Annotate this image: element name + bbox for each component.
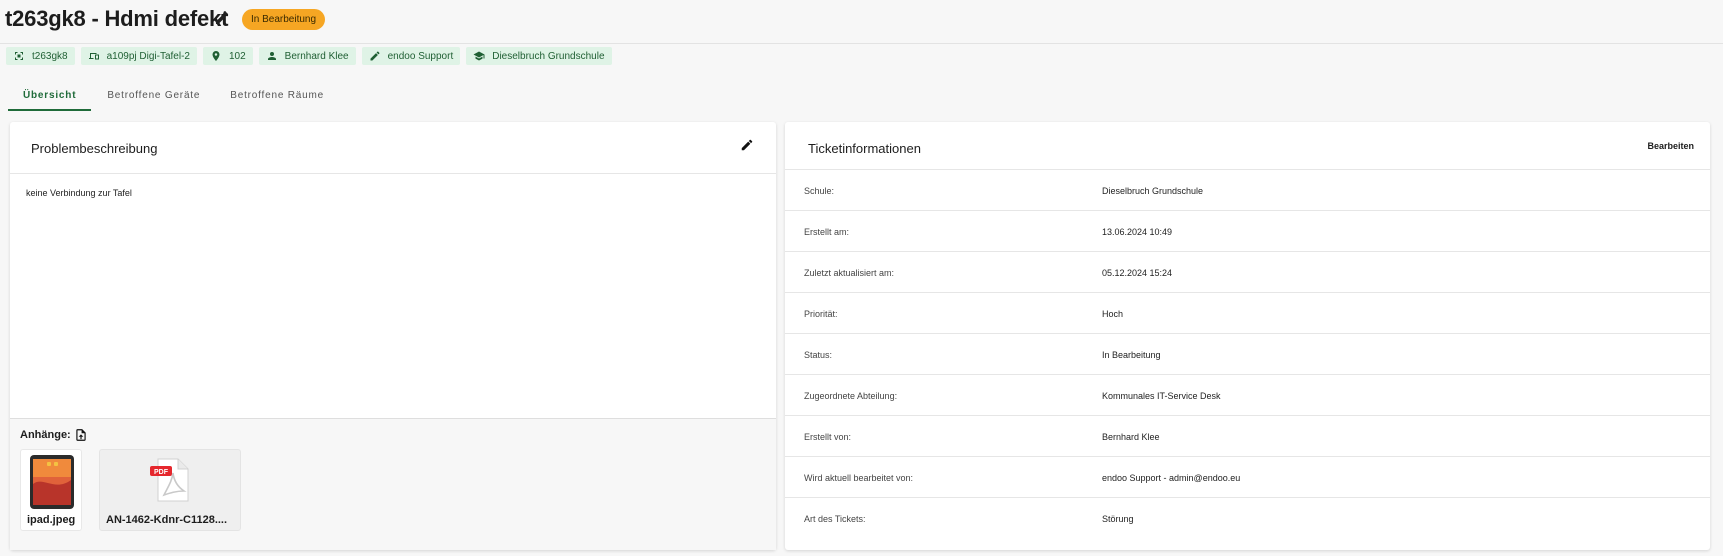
info-key: Priorität: xyxy=(804,309,838,319)
chip-device[interactable]: a109pj Digi-Tafel-2 xyxy=(80,47,197,65)
chip-label: 102 xyxy=(228,50,246,62)
attachment-name: AN-1462-Kdnr-C1128.... xyxy=(106,514,228,526)
info-key: Art des Tickets: xyxy=(804,514,866,524)
tab-bar: Übersicht Betroffene Geräte Betroffene R… xyxy=(8,82,339,111)
info-key: Erstellt am: xyxy=(804,227,850,237)
problem-description-card: Problembeschreibung keine Verbindung zur… xyxy=(10,122,776,550)
info-value: 05.12.2024 15:24 xyxy=(1102,268,1173,278)
ticket-id-icon xyxy=(15,52,23,60)
info-row-status: Status: In Bearbeitung xyxy=(785,333,1710,374)
ticket-info-list: Schule: Dieselbruch Grundschule Erstellt… xyxy=(785,169,1710,538)
edit-title-icon[interactable] xyxy=(214,10,230,26)
chip-room[interactable]: 102 xyxy=(202,47,253,65)
device-icon xyxy=(88,53,99,60)
info-value: 13.06.2024 10:49 xyxy=(1102,227,1173,237)
pencil-icon xyxy=(370,51,380,61)
ticket-information-title: Ticketinformationen xyxy=(808,141,921,156)
edit-ticket-button[interactable]: Bearbeiten xyxy=(1647,141,1694,151)
person-icon xyxy=(267,52,276,60)
info-row-school: Schule: Dieselbruch Grundschule xyxy=(785,169,1710,210)
info-value: In Bearbeitung xyxy=(1102,350,1161,360)
page-title: t263gk8 - Hdmi defekt xyxy=(5,6,229,31)
info-row-assignee: Wird aktuell bearbeitet von: endoo Suppo… xyxy=(785,456,1710,497)
chip-label: t263gk8 xyxy=(32,50,68,62)
image-thumbnail-icon xyxy=(30,455,74,509)
info-row-priority: Priorität: Hoch xyxy=(785,292,1710,333)
attachments-label: Anhänge: xyxy=(20,429,71,441)
chip-label: Dieselbruch Grundschule xyxy=(492,50,605,62)
chip-editor[interactable]: endoo Support xyxy=(361,47,461,65)
ticket-meta-chips: t263gk8 a109pj Digi-Tafel-2 102 Bernhard… xyxy=(6,47,612,65)
info-value: Bernhard Klee xyxy=(1102,432,1160,442)
ticket-information-card: Ticketinformationen Bearbeiten Schule: D… xyxy=(785,122,1710,550)
info-row-updated-at: Zuletzt aktualisiert am: 05.12.2024 15:2… xyxy=(785,251,1710,292)
attachment-item[interactable]: ipad.jpeg xyxy=(20,449,82,531)
info-row-department: Zugeordnete Abteilung: Kommunales IT-Ser… xyxy=(785,374,1710,415)
edit-description-icon[interactable] xyxy=(740,138,754,152)
info-value: Hoch xyxy=(1102,309,1124,319)
pdf-file-icon: PDF xyxy=(150,458,189,502)
info-key: Erstellt von: xyxy=(804,432,852,442)
upload-file-icon[interactable] xyxy=(74,428,88,442)
status-badge: In Bearbeitung xyxy=(242,9,326,30)
info-key: Wird aktuell bearbeitet von: xyxy=(804,473,914,483)
chip-reporter[interactable]: Bernhard Klee xyxy=(258,47,356,65)
info-value: Kommunales IT-Service Desk xyxy=(1102,391,1221,401)
info-row-created-by: Erstellt von: Bernhard Klee xyxy=(785,415,1710,456)
attachment-name: ipad.jpeg xyxy=(27,514,76,526)
problem-description-title: Problembeschreibung xyxy=(31,141,158,156)
chip-label: Bernhard Klee xyxy=(284,50,349,62)
info-row-created-at: Erstellt am: 13.06.2024 10:49 xyxy=(785,210,1710,251)
info-value: endoo Support - admin@endoo.eu xyxy=(1102,473,1241,483)
attachments-section: Anhänge: ipad.jpeg PDF AN-1462-Kdnr-C112… xyxy=(10,418,776,550)
school-icon xyxy=(473,51,485,61)
problem-description-text: keine Verbindung zur Tafel xyxy=(26,188,132,198)
info-key: Schule: xyxy=(804,186,835,196)
chip-label: a109pj Digi-Tafel-2 xyxy=(106,50,190,62)
info-value: Störung xyxy=(1102,514,1134,524)
info-key: Status: xyxy=(804,350,833,360)
chip-school[interactable]: Dieselbruch Grundschule xyxy=(466,47,612,65)
tab-uebersicht[interactable]: Übersicht xyxy=(8,82,92,111)
tab-betroffene-raeume[interactable]: Betroffene Räume xyxy=(215,82,339,111)
svg-text:PDF: PDF xyxy=(154,469,169,476)
page-header: t263gk8 - Hdmi defekt In Bearbeitung xyxy=(0,0,1723,44)
chip-label: endoo Support xyxy=(387,50,454,62)
info-key: Zugeordnete Abteilung: xyxy=(804,391,898,401)
divider xyxy=(10,173,776,174)
attachment-item[interactable]: PDF AN-1462-Kdnr-C1128.... xyxy=(99,449,241,531)
chip-ticket-id[interactable]: t263gk8 xyxy=(6,47,75,65)
info-key: Zuletzt aktualisiert am: xyxy=(804,268,895,278)
location-pin-icon xyxy=(212,51,220,61)
info-value: Dieselbruch Grundschule xyxy=(1102,186,1204,196)
tab-betroffene-geraete[interactable]: Betroffene Geräte xyxy=(92,82,215,111)
info-row-ticket-type: Art des Tickets: Störung xyxy=(785,497,1710,538)
